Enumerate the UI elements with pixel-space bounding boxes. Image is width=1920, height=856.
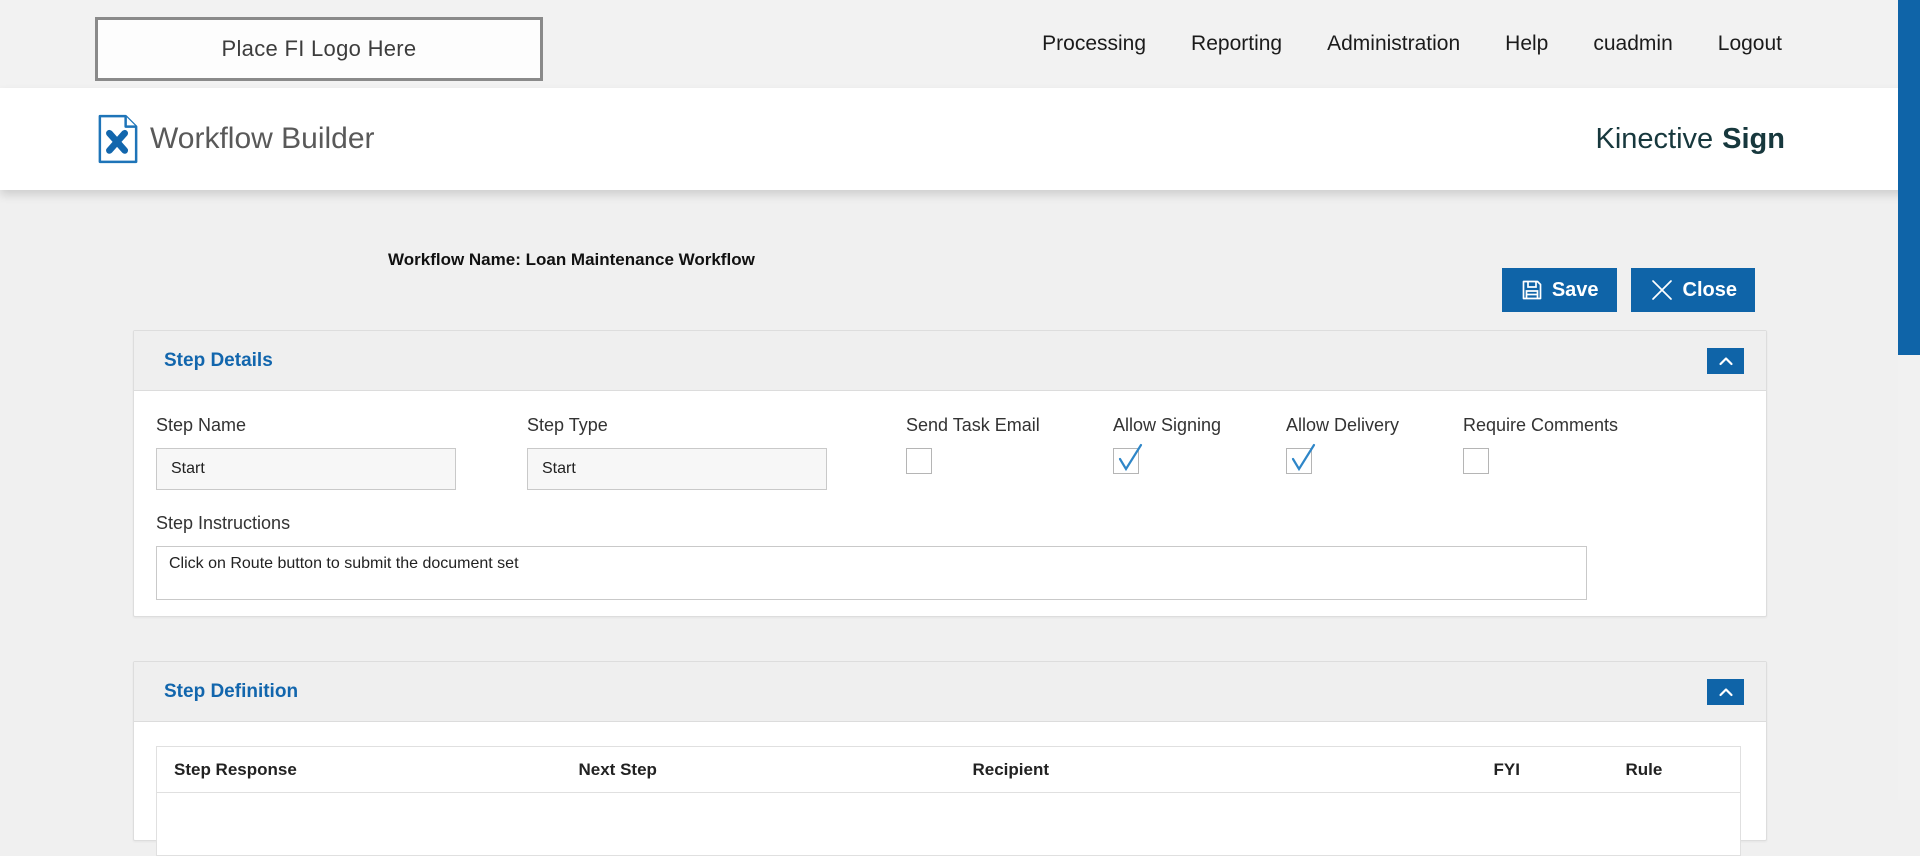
nav-item-processing[interactable]: Processing	[1042, 32, 1146, 56]
top-navigation-bar: Place FI Logo Here Processing Reporting …	[0, 0, 1920, 88]
nav-item-user-cuadmin[interactable]: cuadmin	[1593, 32, 1672, 56]
workflow-name-label: Workflow Name: Loan Maintenance Workflow	[388, 250, 755, 270]
save-label: Save	[1552, 279, 1599, 302]
action-buttons: Save Close	[1502, 268, 1755, 312]
nav-item-logout[interactable]: Logout	[1718, 32, 1782, 56]
require-comments-checkbox[interactable]	[1463, 448, 1489, 474]
step-type-label: Step Type	[527, 415, 827, 436]
step-definition-header: Step Definition	[134, 662, 1766, 722]
step-definition-table: Step Response Next Step Recipient FYI Ru…	[156, 746, 1741, 856]
step-definition-title: Step Definition	[164, 681, 298, 703]
table-row	[157, 793, 1741, 856]
content-area: Workflow Name: Loan Maintenance Workflow…	[0, 190, 1920, 800]
workflow-builder-screen: Place FI Logo Here Processing Reporting …	[0, 0, 1920, 800]
column-rule: Rule	[1609, 747, 1741, 793]
scrollbar-thumb[interactable]	[1898, 0, 1920, 355]
require-comments-label: Require Comments	[1463, 415, 1618, 436]
table-header-row: Step Response Next Step Recipient FYI Ru…	[157, 747, 1741, 793]
close-x-icon	[1649, 277, 1675, 303]
allow-signing-label: Allow Signing	[1113, 415, 1221, 436]
step-name-input[interactable]	[156, 448, 456, 490]
step-details-panel: Step Details Step Name Step Type	[133, 330, 1767, 617]
require-comments-group: Require Comments	[1463, 415, 1618, 474]
brand-logo: Kinective Sign	[1595, 88, 1785, 190]
step-details-body: Step Name Step Type Send Task Email	[134, 391, 1766, 617]
step-type-input[interactable]	[527, 448, 827, 490]
step-details-title: Step Details	[164, 350, 273, 372]
step-definition-body: Step Response Next Step Recipient FYI Ru…	[134, 722, 1766, 856]
allow-delivery-label: Allow Delivery	[1286, 415, 1399, 436]
fi-logo-text: Place FI Logo Here	[222, 36, 417, 62]
column-step-response: Step Response	[157, 747, 562, 793]
step-details-collapse-button[interactable]	[1707, 348, 1744, 374]
page-title: Workflow Builder	[150, 88, 375, 190]
column-fyi: FYI	[1477, 747, 1609, 793]
allow-signing-group: Allow Signing	[1113, 415, 1221, 474]
workflow-builder-icon	[97, 114, 139, 164]
step-type-field: Step Type	[527, 415, 827, 490]
brand-name-regular: Kinective	[1595, 123, 1713, 156]
step-instructions-label: Step Instructions	[156, 513, 1587, 534]
check-mark-icon	[1288, 441, 1318, 473]
nav-item-help[interactable]: Help	[1505, 32, 1548, 56]
app-header: Workflow Builder Kinective Sign	[0, 88, 1920, 190]
send-task-email-checkbox[interactable]	[906, 448, 932, 474]
main-nav: Processing Reporting Administration Help…	[1042, 0, 1782, 88]
step-instructions-textarea[interactable]: Click on Route button to submit the docu…	[156, 546, 1587, 600]
brand-name-bold: Sign	[1722, 123, 1785, 156]
save-button[interactable]: Save	[1502, 268, 1617, 312]
send-task-email-group: Send Task Email	[906, 415, 1040, 474]
allow-signing-checkbox[interactable]	[1113, 448, 1139, 474]
fi-logo-placeholder: Place FI Logo Here	[95, 17, 543, 81]
close-button[interactable]: Close	[1631, 268, 1755, 312]
step-instructions-field: Step Instructions Click on Route button …	[156, 513, 1587, 605]
allow-delivery-group: Allow Delivery	[1286, 415, 1399, 474]
send-task-email-label: Send Task Email	[906, 415, 1040, 436]
close-label: Close	[1683, 279, 1737, 302]
chevron-up-icon	[1718, 686, 1734, 698]
nav-item-administration[interactable]: Administration	[1327, 32, 1460, 56]
check-mark-icon	[1115, 441, 1145, 473]
step-name-label: Step Name	[156, 415, 456, 436]
floppy-disk-icon	[1520, 278, 1544, 302]
step-details-header: Step Details	[134, 331, 1766, 391]
allow-delivery-checkbox[interactable]	[1286, 448, 1312, 474]
step-name-field: Step Name	[156, 415, 456, 490]
chevron-up-icon	[1718, 355, 1734, 367]
step-definition-collapse-button[interactable]	[1707, 679, 1744, 705]
step-definition-panel: Step Definition Step Response Next St	[133, 661, 1767, 841]
column-recipient: Recipient	[956, 747, 1477, 793]
column-next-step: Next Step	[562, 747, 956, 793]
nav-item-reporting[interactable]: Reporting	[1191, 32, 1282, 56]
page-scrollbar[interactable]	[1898, 0, 1920, 800]
